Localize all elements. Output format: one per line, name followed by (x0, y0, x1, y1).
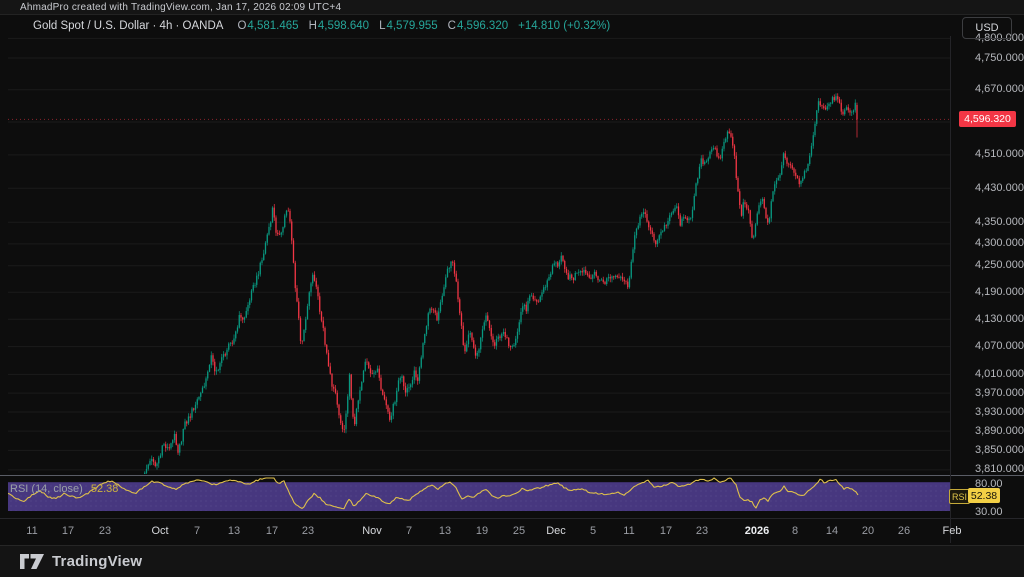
time-tick: 11 (623, 525, 634, 537)
currency-button[interactable]: USD (962, 17, 1012, 39)
time-tick: 20 (862, 525, 874, 537)
price-axis-label: 3,930.000 (975, 406, 1024, 418)
pane-separator[interactable] (0, 475, 1024, 476)
rsi-axis-badge: RSI (949, 489, 970, 504)
footer-bar: TradingView (0, 546, 1024, 577)
price-axis-label: 4,670.000 (975, 83, 1024, 95)
symbol-title[interactable]: Gold Spot / U.S. Dollar · 4h · OANDA (33, 20, 223, 32)
price-axis-label: 3,850.000 (975, 444, 1024, 456)
time-tick: 8 (792, 525, 798, 537)
time-tick: Oct (151, 525, 168, 537)
price-axis-label: 4,750.000 (975, 52, 1024, 64)
ohlc-low-label: L (379, 20, 385, 32)
time-tick: 7 (194, 525, 200, 537)
price-chart-canvas[interactable] (0, 0, 1024, 577)
last-price-badge: 4,596.320 (959, 111, 1016, 127)
ohlc-close-value: 4,596.320 (457, 20, 508, 32)
candles-down-wicks (154, 93, 858, 467)
time-tick: 2026 (745, 525, 769, 537)
rsi-axis-label: 30.00 (975, 506, 1003, 518)
price-axis-label: 4,010.000 (975, 368, 1024, 380)
rsi-name: RSI (10, 483, 28, 495)
time-tick: 5 (590, 525, 596, 537)
candles-up-wicks (143, 93, 855, 489)
rsi-band-texture (8, 482, 950, 511)
time-tick: 23 (99, 525, 111, 537)
time-tick: 14 (826, 525, 838, 537)
rsi-legend[interactable]: RSI (14, close) 52.38 (10, 483, 118, 495)
time-tick: 23 (302, 525, 314, 537)
time-tick: 13 (439, 525, 451, 537)
time-tick: 11 (26, 525, 37, 537)
price-axis-label: 3,970.000 (975, 387, 1024, 399)
price-axis-label: 4,250.000 (975, 259, 1024, 271)
ohlc-values: O4,581.465 H4,598.640 L4,579.955 C4,596.… (237, 20, 508, 32)
rsi-legend-value: 52.38 (91, 483, 119, 495)
ohlc-low-value: 4,579.955 (386, 20, 437, 32)
ohlc-high-label: H (309, 20, 317, 32)
price-axis-label: 3,810.000 (975, 463, 1024, 475)
time-tick: Feb (943, 525, 962, 537)
time-tick: 25 (513, 525, 525, 537)
candles-down (153, 96, 858, 466)
time-tick: 7 (406, 525, 412, 537)
price-axis-label: 4,190.000 (975, 286, 1024, 298)
ohlc-open-label: O (237, 20, 246, 32)
ohlc-high-value: 4,598.640 (318, 20, 369, 32)
rsi-value-badge: 52.38 (968, 488, 1000, 503)
price-axis-label: 4,430.000 (975, 182, 1024, 194)
price-axis-label: 3,890.000 (975, 425, 1024, 437)
time-tick: 17 (266, 525, 278, 537)
time-tick: 26 (898, 525, 910, 537)
time-tick: Dec (546, 525, 566, 537)
price-axis-separator (950, 36, 951, 543)
time-axis-separator (0, 518, 1024, 519)
time-tick: 17 (62, 525, 74, 537)
ohlc-close-label: C (448, 20, 456, 32)
time-tick: 13 (228, 525, 240, 537)
price-axis-label: 4,130.000 (975, 313, 1024, 325)
time-axis[interactable]: 111723Oct7131723Nov7131925Dec51117232026… (0, 525, 1024, 541)
price-axis-label: 4,070.000 (975, 340, 1024, 352)
time-tick: 17 (660, 525, 672, 537)
time-tick: Nov (362, 525, 382, 537)
tradingview-logo[interactable]: TradingView (20, 553, 142, 570)
time-tick: 23 (696, 525, 708, 537)
tradingview-logo-icon (20, 554, 44, 569)
rsi-params: (14, close) (31, 483, 82, 495)
symbol-legend: Gold Spot / U.S. Dollar · 4h · OANDA O4,… (33, 18, 610, 34)
time-tick: 19 (476, 525, 488, 537)
price-axis-label: 4,510.000 (975, 148, 1024, 160)
price-axis-label: 4,350.000 (975, 216, 1024, 228)
tradingview-wordmark: TradingView (52, 553, 142, 570)
price-change: +14.810 (+0.32%) (518, 20, 610, 32)
tradingview-chart-window: AhmadPro created with TradingView.com, J… (0, 0, 1024, 577)
ohlc-open-value: 4,581.465 (247, 20, 298, 32)
price-axis-label: 4,300.000 (975, 237, 1024, 249)
